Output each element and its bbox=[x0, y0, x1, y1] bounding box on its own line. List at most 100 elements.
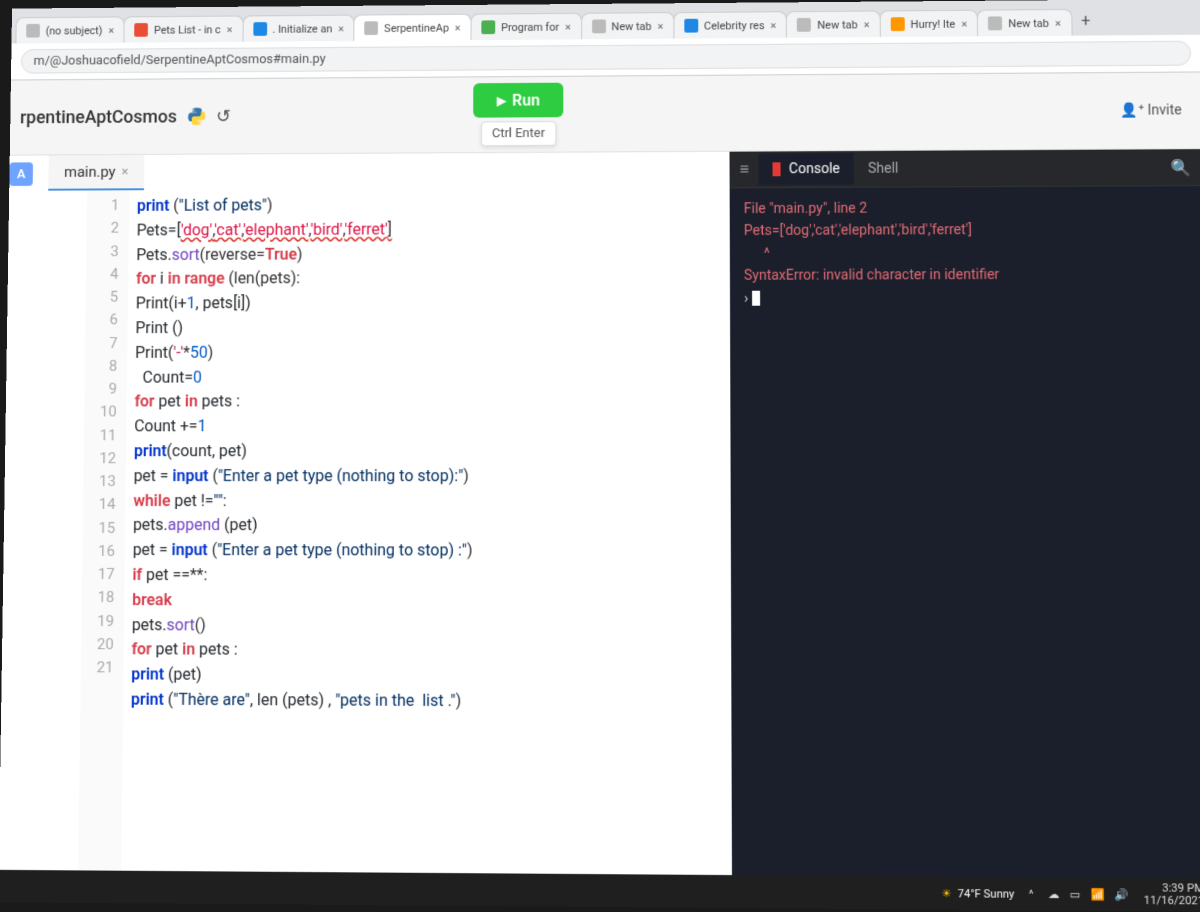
line-number: 18 bbox=[97, 586, 114, 609]
code-line[interactable]: Pets.sort(reverse=True) bbox=[136, 242, 473, 268]
browser-tab[interactable]: New tab × bbox=[977, 9, 1072, 36]
volume-icon[interactable]: 🔊 bbox=[1115, 888, 1129, 902]
tab-label: (no subject) bbox=[46, 24, 103, 37]
file-tab-main[interactable]: main.py × bbox=[48, 155, 144, 191]
replit-header: rpentineAptCosmos ↺ Run Ctrl Enter Invit… bbox=[10, 72, 1200, 155]
close-icon[interactable]: × bbox=[657, 20, 663, 33]
close-icon[interactable]: × bbox=[121, 164, 128, 179]
sun-icon: ☀ bbox=[941, 886, 951, 900]
system-tray[interactable]: ☁ ▭ 📶 🔊 bbox=[1048, 887, 1129, 901]
tab-label: Pets List - in c bbox=[154, 23, 221, 36]
tab-label: Program for bbox=[501, 20, 559, 33]
search-icon[interactable]: 🔍 bbox=[1158, 150, 1200, 185]
close-icon[interactable]: × bbox=[961, 17, 967, 30]
code-line[interactable]: for pet in pets : bbox=[134, 390, 473, 415]
line-number: 16 bbox=[98, 540, 115, 563]
code-line[interactable]: Count=0 bbox=[135, 365, 474, 390]
line-number: 13 bbox=[99, 470, 116, 493]
close-icon[interactable]: × bbox=[770, 19, 776, 32]
code-line[interactable]: Print () bbox=[135, 315, 473, 340]
browser-tab[interactable]: New tab× bbox=[581, 12, 675, 39]
browser-tab[interactable]: Hurry! Ite × bbox=[879, 10, 978, 37]
close-icon[interactable]: × bbox=[565, 20, 571, 33]
line-number: 17 bbox=[98, 563, 115, 586]
editor-pane: main.py × 123456789101112131415161718192… bbox=[0, 152, 732, 875]
address-bar[interactable]: m/@Joshuacofield/SerpentineAptCosmos#mai… bbox=[21, 41, 1191, 74]
favicon-icon bbox=[26, 24, 40, 38]
code-line[interactable]: for i in range (len(pets): bbox=[136, 266, 474, 292]
error-indicator-icon bbox=[773, 163, 781, 177]
code-content[interactable]: print ("List of pets")Pets=['dog','cat',… bbox=[121, 189, 482, 874]
close-icon[interactable]: × bbox=[338, 22, 344, 35]
browser-tab[interactable]: Celebrity res × bbox=[673, 11, 787, 38]
tab-console[interactable]: Console bbox=[759, 153, 854, 185]
favicon-icon bbox=[365, 21, 379, 35]
code-line[interactable]: Count +=1 bbox=[134, 414, 473, 439]
tab-label: New tab bbox=[817, 18, 857, 31]
code-line[interactable]: Print('-'*50) bbox=[135, 340, 473, 365]
code-line[interactable]: pets.append (pet) bbox=[133, 513, 473, 538]
battery-icon[interactable]: ▭ bbox=[1069, 887, 1080, 901]
line-number: 15 bbox=[98, 516, 115, 539]
close-icon[interactable]: × bbox=[455, 21, 461, 34]
tab-label: New tab bbox=[1008, 17, 1049, 30]
undo-icon[interactable]: ↺ bbox=[216, 106, 231, 127]
weather-widget[interactable]: ☀ 74°F Sunny bbox=[941, 886, 1014, 900]
line-number: 9 bbox=[100, 378, 117, 401]
close-icon[interactable]: × bbox=[108, 24, 114, 37]
line-number: 12 bbox=[99, 447, 116, 470]
console-prompt[interactable]: › bbox=[744, 286, 1191, 310]
line-number: 6 bbox=[101, 309, 118, 332]
tab-shell[interactable]: Shell bbox=[854, 153, 913, 185]
browser-chrome: (no subject)×Pets List - in c×. Initiali… bbox=[11, 0, 1200, 81]
favicon-icon bbox=[797, 18, 811, 32]
code-line[interactable]: if pet ==**: bbox=[132, 563, 472, 589]
browser-tab[interactable]: (no subject) × bbox=[15, 16, 125, 43]
invite-button[interactable]: Invite bbox=[1110, 98, 1192, 122]
code-line[interactable]: pet = input ("Enter a pet type (nothing … bbox=[133, 464, 472, 489]
run-button[interactable]: Run bbox=[473, 83, 563, 118]
line-number: 19 bbox=[97, 610, 114, 633]
console-output[interactable]: File "main.py", line 2 Pets=['dog','cat'… bbox=[730, 186, 1200, 878]
code-line[interactable]: while pet !="": bbox=[133, 489, 473, 514]
code-line[interactable]: print ("List of pets") bbox=[137, 193, 474, 219]
browser-tab[interactable]: New tab × bbox=[786, 10, 880, 37]
code-line[interactable]: print (pet) bbox=[131, 663, 472, 689]
file-tab-label: main.py bbox=[64, 163, 116, 181]
close-icon[interactable]: × bbox=[864, 18, 870, 31]
code-line[interactable]: pet = input ("Enter a pet type (nothing … bbox=[132, 538, 472, 563]
code-line[interactable]: print ("Thère are", len (pets) , "pets i… bbox=[131, 687, 472, 713]
browser-tab[interactable]: Pets List - in c × bbox=[124, 15, 244, 42]
python-icon bbox=[187, 107, 207, 127]
sidebar-toggle-icon[interactable]: ≡ bbox=[730, 152, 759, 188]
tab-label: Hurry! Ite bbox=[910, 17, 955, 30]
wifi-icon[interactable]: 📶 bbox=[1090, 887, 1104, 901]
code-line[interactable]: break bbox=[132, 588, 473, 614]
code-editor[interactable]: 123456789101112131415161718192021 print … bbox=[0, 187, 732, 875]
line-number: 2 bbox=[102, 217, 119, 240]
line-number: 21 bbox=[97, 656, 114, 679]
cloud-icon[interactable]: ☁ bbox=[1048, 887, 1059, 901]
chevron-up-icon[interactable]: ^ bbox=[1029, 887, 1034, 900]
favicon-icon bbox=[481, 20, 495, 34]
line-number: 5 bbox=[101, 286, 118, 309]
code-line[interactable]: Print(i+1, pets[i]) bbox=[136, 291, 474, 317]
clock-date: 11/16/2021 bbox=[1144, 895, 1200, 908]
code-line[interactable]: print(count, pet) bbox=[134, 439, 473, 464]
code-line[interactable]: for pet in pets : bbox=[131, 638, 472, 664]
code-line[interactable]: pets.sort() bbox=[132, 613, 473, 639]
browser-tab[interactable]: . Initialize an× bbox=[242, 15, 355, 42]
line-number: 20 bbox=[97, 633, 114, 656]
code-line[interactable]: Pets=['dog','cat','elephant','bird','fer… bbox=[136, 217, 473, 243]
browser-tab[interactable]: SerpentineAp× bbox=[354, 14, 472, 41]
error-caret-line: ^ bbox=[744, 241, 1190, 265]
new-tab-button[interactable]: + bbox=[1071, 5, 1101, 36]
line-number: 11 bbox=[100, 424, 117, 447]
close-icon[interactable]: × bbox=[227, 23, 233, 36]
favicon-icon bbox=[988, 16, 1002, 30]
browser-tab[interactable]: Program for × bbox=[470, 13, 581, 40]
favicon-icon bbox=[253, 22, 267, 36]
taskbar-clock[interactable]: 3:39 PM 11/16/2021 bbox=[1143, 882, 1200, 908]
close-icon[interactable]: × bbox=[1055, 16, 1061, 29]
tab-label: Celebrity res bbox=[704, 19, 765, 32]
